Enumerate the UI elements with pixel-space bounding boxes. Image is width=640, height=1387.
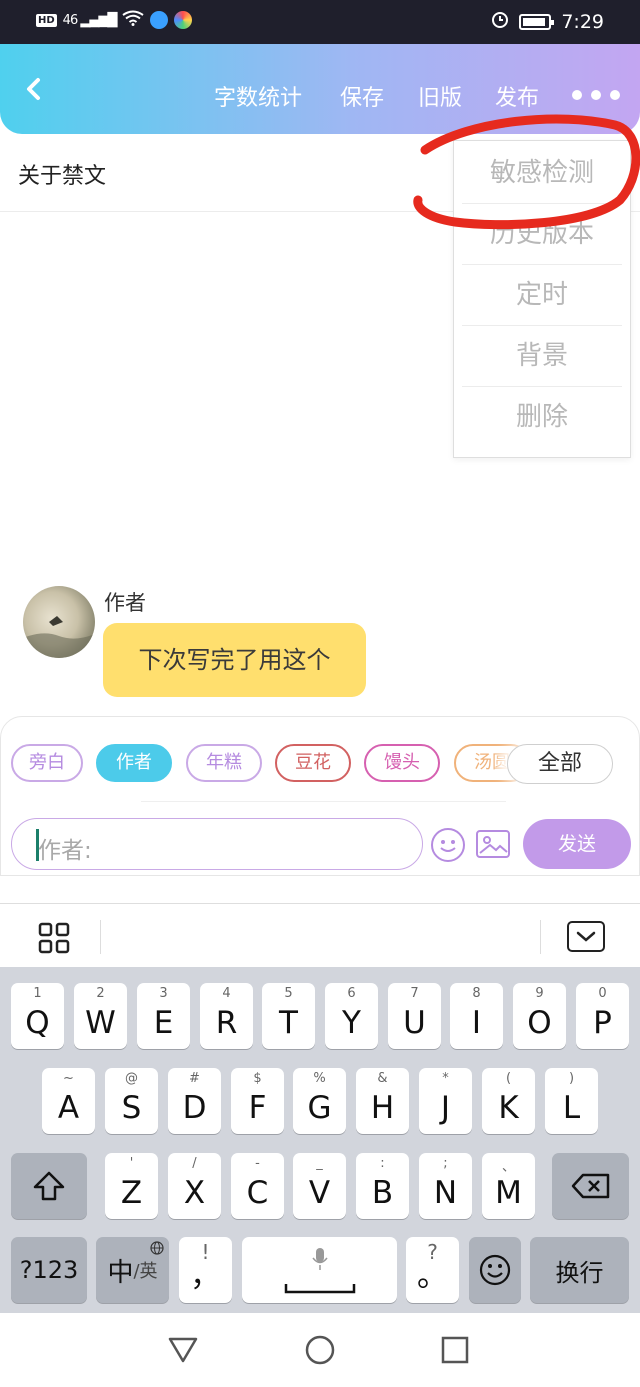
status-right: 7:29 — [491, 10, 604, 33]
emoji-icon[interactable] — [431, 828, 465, 862]
role-chip-author[interactable]: 作者 — [96, 744, 172, 782]
backspace-icon — [552, 1153, 629, 1219]
language-switch-key[interactable]: 中/英 — [96, 1237, 169, 1303]
sender-name: 作者 — [104, 591, 146, 615]
message-input[interactable]: 作者: — [11, 818, 423, 870]
system-nav-bar — [0, 1313, 640, 1387]
image-icon[interactable] — [476, 830, 510, 858]
divider — [141, 801, 506, 802]
menu-item-history[interactable]: 历史版本 — [462, 204, 622, 265]
signal-label: 46 ▂▄▆█ — [62, 12, 118, 28]
key-j[interactable]: * J — [419, 1068, 472, 1134]
more-dots-icon[interactable] — [572, 90, 620, 100]
key-i[interactable]: 8I — [450, 983, 503, 1049]
nav-recents-icon[interactable] — [441, 1336, 469, 1368]
key-z[interactable]: ' Z — [105, 1153, 158, 1219]
key-e[interactable]: 3E — [137, 983, 190, 1049]
key-r[interactable]: 4R — [200, 983, 253, 1049]
menu-item-sensitive-check[interactable]: 敏感检测 — [462, 143, 622, 204]
all-roles-button[interactable]: 全部 — [507, 744, 613, 784]
composer-panel: 旁白 作者 年糕 豆花 馒头 汤圆 全部 作者: 发送 — [0, 716, 640, 876]
status-left: HD 46 ▂▄▆█ — [36, 10, 193, 30]
key-k[interactable]: (K — [482, 1068, 535, 1134]
old-version-button[interactable]: 旧版 — [418, 80, 462, 112]
key-x[interactable]: / X — [168, 1153, 221, 1219]
divider — [100, 920, 101, 954]
emoji-key[interactable] — [469, 1237, 521, 1303]
app-header: 字数统计 保存 旧版 发布 — [0, 44, 640, 134]
key-d[interactable]: # D — [168, 1068, 221, 1134]
input-placeholder: 作者: — [38, 838, 92, 864]
alarm-icon — [491, 10, 509, 33]
shift-icon — [11, 1153, 87, 1219]
back-icon[interactable] — [20, 74, 50, 104]
key-s[interactable]: @ S — [105, 1068, 158, 1134]
wifi-icon — [122, 10, 144, 30]
nav-home-icon[interactable] — [305, 1335, 335, 1369]
avatar[interactable] — [23, 586, 95, 658]
send-button[interactable]: 发送 — [523, 819, 631, 869]
emoji-keyboard-icon — [469, 1237, 521, 1303]
hd-badge: HD — [36, 13, 57, 27]
key-m[interactable]: 、 M — [482, 1153, 535, 1219]
period-key[interactable]: ?。 — [406, 1237, 459, 1303]
role-chip-narrator[interactable]: 旁白 — [11, 744, 83, 782]
key-f[interactable]: $ F — [231, 1068, 284, 1134]
more-menu: 敏感检测 历史版本 定时 背景 删除 — [453, 140, 631, 458]
document-title[interactable]: 关于禁文 — [18, 158, 106, 190]
key-w[interactable]: 2W — [74, 983, 127, 1049]
role-chip-mantou[interactable]: 馒头 — [364, 744, 440, 782]
message-bubble[interactable]: 下次写完了用这个 — [103, 623, 366, 697]
status-bar: HD 46 ▂▄▆█ 7:29 — [0, 0, 640, 44]
battery-icon — [519, 13, 555, 30]
nav-back-icon[interactable] — [167, 1335, 199, 1367]
key-y[interactable]: 6Y — [325, 983, 378, 1049]
menu-item-delete[interactable]: 删除 — [462, 387, 622, 448]
role-chip-douhua[interactable]: 豆花 — [275, 744, 351, 782]
key-c[interactable]: -C — [231, 1153, 284, 1219]
divider — [540, 920, 541, 954]
key-b[interactable]: :B — [356, 1153, 409, 1219]
key-t[interactable]: 5T — [262, 983, 315, 1049]
shift-key[interactable] — [11, 1153, 87, 1219]
key-p[interactable]: 0P — [576, 983, 629, 1049]
globe-icon — [150, 1240, 164, 1259]
app-notification-icon — [150, 11, 169, 29]
backspace-key[interactable] — [552, 1153, 629, 1219]
microphone-icon — [312, 1247, 328, 1275]
key-q[interactable]: 1Q — [11, 983, 64, 1049]
key-u[interactable]: 7U — [388, 983, 441, 1049]
key-a[interactable]: ~ A — [42, 1068, 95, 1134]
space-key[interactable] — [242, 1237, 397, 1303]
key-g[interactable]: % G — [293, 1068, 346, 1134]
symbols-key[interactable]: ?123 — [11, 1237, 87, 1303]
menu-item-schedule[interactable]: 定时 — [462, 265, 622, 326]
key-o[interactable]: 9O — [513, 983, 566, 1049]
grid-menu-icon[interactable] — [38, 922, 70, 954]
keyboard-collapse-icon[interactable] — [567, 921, 605, 952]
menu-item-background[interactable]: 背景 — [462, 326, 622, 387]
word-count-button[interactable]: 字数统计 — [214, 80, 302, 112]
publish-button[interactable]: 发布 — [495, 80, 539, 112]
enter-key[interactable]: 换行 — [530, 1237, 629, 1303]
space-bar-icon — [284, 1279, 356, 1298]
app-notification-icon-2 — [174, 11, 193, 29]
save-button[interactable]: 保存 — [340, 80, 384, 112]
role-chip-niangao[interactable]: 年糕 — [186, 744, 262, 782]
comma-key[interactable]: !， — [179, 1237, 232, 1303]
keyboard-toolbar — [0, 903, 640, 967]
status-time: 7:29 — [561, 10, 604, 33]
key-n[interactable]: ; N — [419, 1153, 472, 1219]
key-h[interactable]: & H — [356, 1068, 409, 1134]
key-v[interactable]: _ V — [293, 1153, 346, 1219]
keyboard: 1Q 2W 3E 4R 5T 6Y 7U 8I 9O 0P ~ A @ S # D $… — [0, 967, 640, 1313]
key-l[interactable]: ) L — [545, 1068, 598, 1134]
